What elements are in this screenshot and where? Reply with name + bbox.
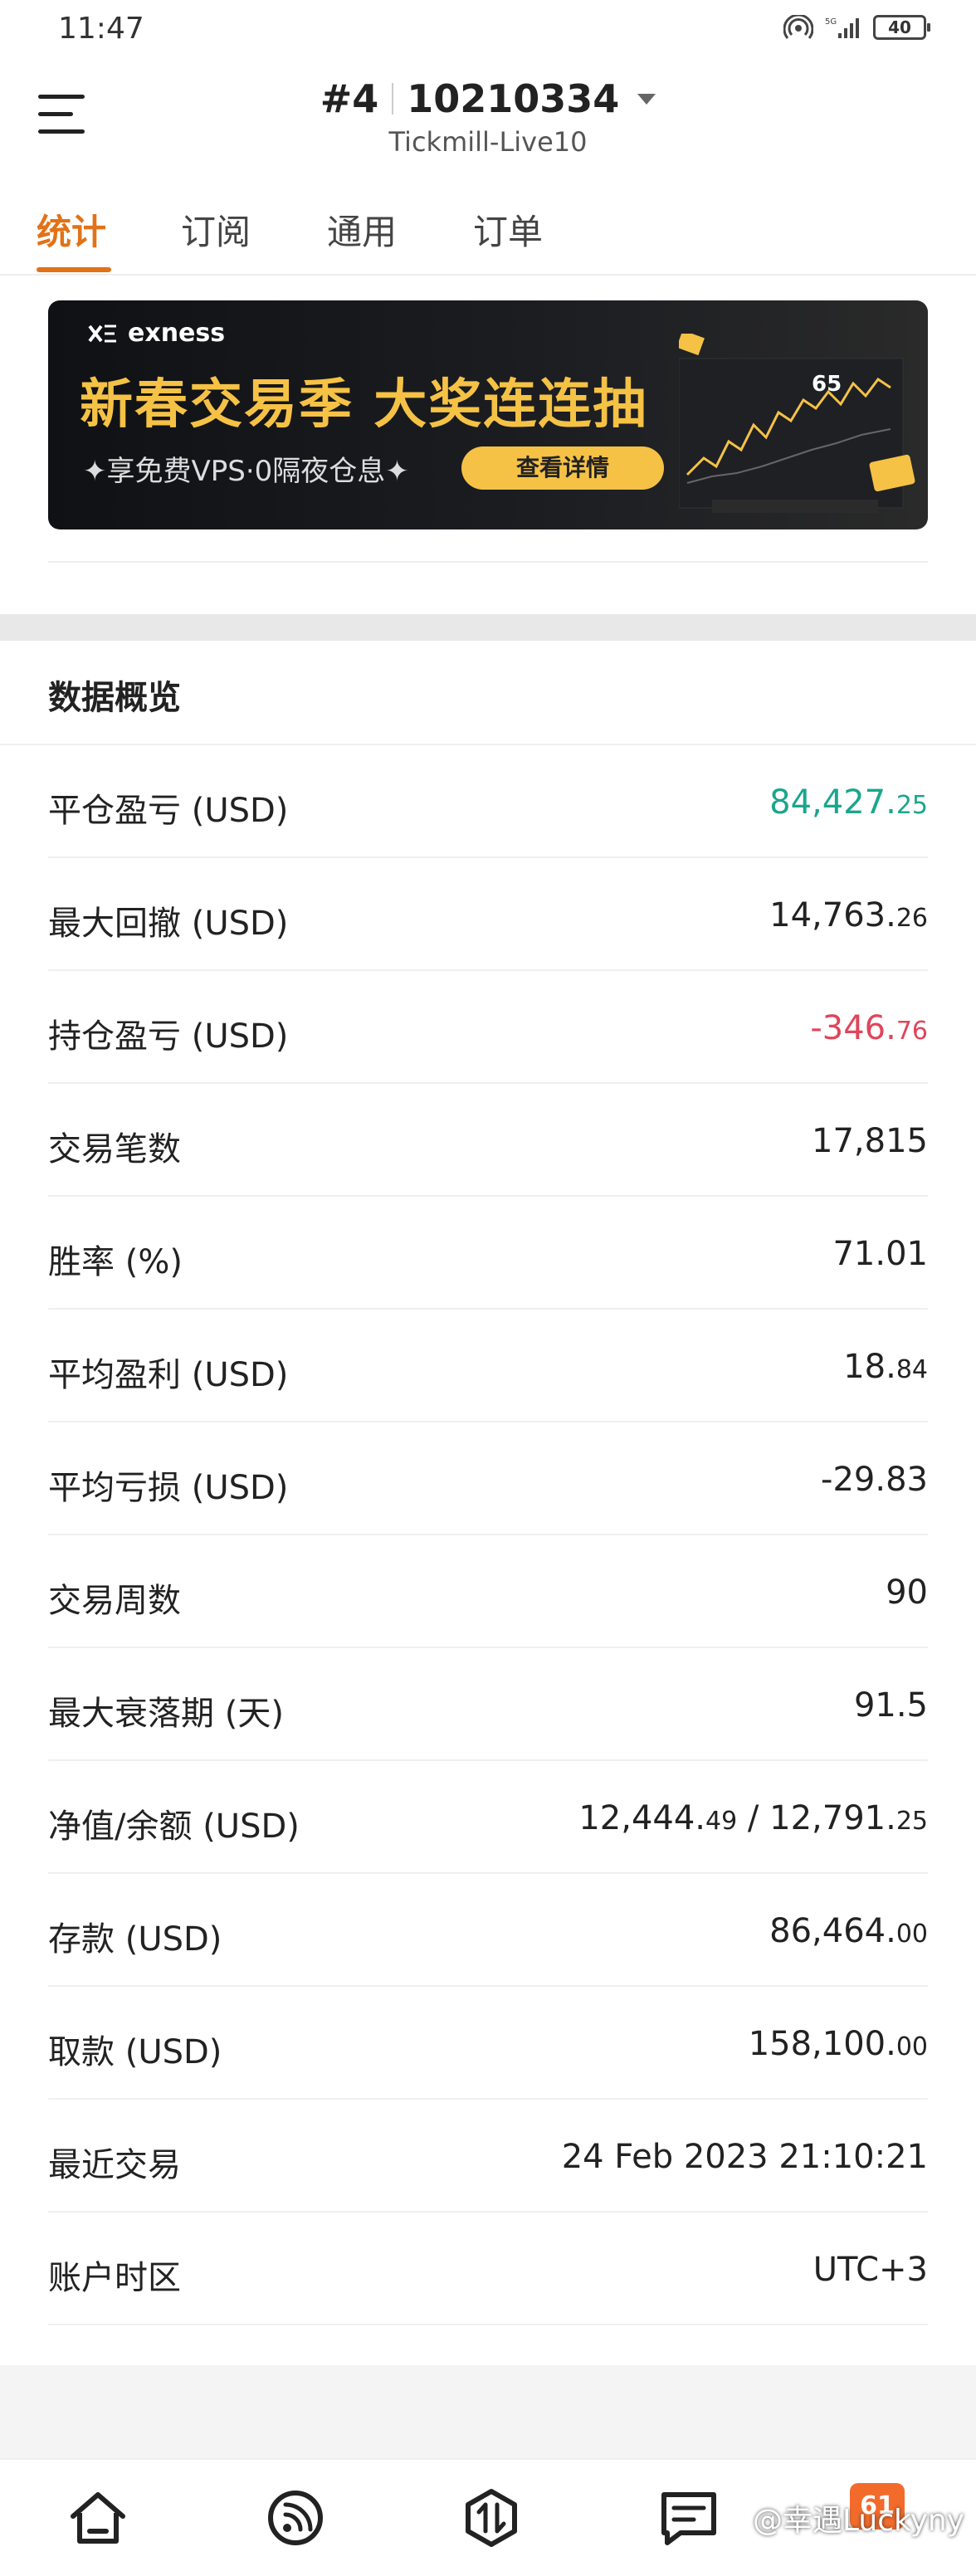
banner-title: 新春交易季 大奖连连抽 (80, 374, 648, 436)
overview-rows: 平仓盈亏 (USD) 84,427.25 最大回撤 (USD) 14,763.2… (48, 745, 928, 2325)
account-selector[interactable]: #4 10210334 Tickmill-Live10 (0, 76, 976, 158)
stat-value: 24 Feb 2023 21:10:21 (561, 2138, 928, 2176)
stat-label: 存款 (USD) (48, 1920, 222, 1959)
stat-value: 158,100.00 (748, 2025, 928, 2063)
stat-label: 平均盈利 (USD) (48, 1356, 289, 1394)
exness-logo: exness (86, 319, 225, 348)
account-number: 10210334 (407, 76, 620, 121)
active-tab-indicator (37, 267, 111, 272)
stat-value: 12,444.49 / 12,791.25 (578, 1799, 928, 1837)
stat-label: 最大衰落期 (天) (48, 1695, 284, 1733)
stat-row-open-pnl: 持仓盈亏 (USD) -346.76 (48, 971, 928, 1084)
account-prefix: #4 (320, 76, 379, 121)
stat-row-trade-count: 交易笔数 17,815 (48, 1084, 928, 1197)
stat-label: 胜率 (%) (48, 1243, 183, 1281)
banner-subtitle: ✦享免费VPS·0隔夜仓息✦ (83, 455, 409, 488)
hotspot-icon (783, 15, 813, 39)
stat-label: 持仓盈亏 (USD) (48, 1017, 289, 1056)
home-icon[interactable] (65, 2485, 131, 2551)
page-bottom-spacer (0, 2365, 976, 2458)
stat-value: 91.5 (853, 1686, 928, 1725)
trade-icon[interactable] (458, 2485, 525, 2551)
stat-value: -29.83 (821, 1461, 928, 1499)
feed-icon[interactable] (262, 2485, 329, 2551)
account-separator (392, 83, 394, 115)
stat-value: 71.01 (832, 1235, 928, 1273)
stat-row-last-trade: 最近交易 24 Feb 2023 21:10:21 (48, 2100, 928, 2213)
tab-statistics[interactable]: 统计 (37, 204, 106, 255)
chevron-down-icon (637, 93, 656, 105)
stat-row-max-drawdown: 最大回撤 (USD) 14,763.26 (48, 858, 928, 971)
stat-value: 84,427.25 (769, 783, 928, 822)
stat-value: -346.76 (810, 1009, 928, 1047)
stat-value: 86,464.00 (769, 1912, 928, 1950)
status-time: 11:47 (58, 12, 144, 46)
tab-orders[interactable]: 订单 (473, 204, 543, 255)
stat-value: UTC+3 (813, 2251, 928, 2289)
bottom-navigation: 61 @幸遇Luckyny (0, 2458, 976, 2576)
stat-row-deposit: 存款 (USD) 86,464.00 (48, 1874, 928, 1987)
divider (48, 561, 928, 563)
stat-value: 14,763.26 (769, 896, 928, 934)
stat-value: 17,815 (812, 1122, 928, 1160)
stat-row-closed-pnl: 平仓盈亏 (USD) 84,427.25 (48, 745, 928, 858)
stat-value: 18.84 (843, 1348, 928, 1386)
svg-text:5G: 5G (825, 17, 837, 27)
signal-icon: 5G (825, 17, 859, 38)
banner-chart-number: 65 (812, 372, 842, 397)
stat-label: 最近交易 (48, 2146, 181, 2184)
stat-row-trading-weeks: 交易周数 90 (48, 1535, 928, 1648)
stat-label: 净值/余额 (USD) (48, 1808, 300, 1846)
stat-label: 交易周数 (48, 1582, 181, 1620)
panel-title: 数据概览 (48, 679, 181, 717)
watermark-text: @幸遇Luckyny (752, 2504, 964, 2538)
stat-label: 最大回撤 (USD) (48, 905, 289, 943)
stat-row-avg-loss: 平均亏损 (USD) -29.83 (48, 1422, 928, 1535)
stat-label: 账户时区 (48, 2259, 181, 2297)
stat-label: 交易笔数 (48, 1130, 181, 1168)
stat-label: 平仓盈亏 (USD) (48, 792, 289, 830)
app-header: #4 10210334 Tickmill-Live10 (0, 60, 976, 168)
banner-details-button[interactable]: 查看详情 (461, 446, 664, 490)
messages-icon[interactable] (656, 2485, 722, 2551)
stat-row-timezone: 账户时区 UTC+3 (48, 2213, 928, 2325)
stat-row-win-rate: 胜率 (%) 71.01 (48, 1197, 928, 1310)
tab-general[interactable]: 通用 (327, 204, 397, 255)
banner-brand: exness (128, 319, 226, 348)
tab-bar: 统计 订阅 通用 订单 (0, 193, 976, 276)
section-separator (0, 614, 976, 641)
server-name: Tickmill-Live10 (388, 126, 588, 158)
stat-value: 90 (886, 1573, 928, 1612)
exness-logo-icon (88, 324, 116, 342)
stat-row-max-decline-period: 最大衰落期 (天) 91.5 (48, 1648, 928, 1761)
stat-row-withdrawal: 取款 (USD) 158,100.00 (48, 1987, 928, 2100)
status-icons: 5G 40 (783, 15, 930, 40)
stat-row-equity-balance: 净值/余额 (USD) 12,444.49 / 12,791.25 (48, 1761, 928, 1874)
promo-banner[interactable]: exness 新春交易季 大奖连连抽 ✦享免费VPS·0隔夜仓息✦ 查看详情 6… (48, 300, 928, 529)
banner-chart-graphic (679, 334, 915, 513)
battery-icon: 40 (873, 15, 930, 40)
stat-row-avg-profit: 平均盈利 (USD) 18.84 (48, 1310, 928, 1422)
stat-label: 平均亏损 (USD) (48, 1469, 289, 1507)
tab-subscription[interactable]: 订阅 (181, 204, 251, 255)
stat-label: 取款 (USD) (48, 2033, 222, 2071)
data-overview-panel: 数据概览 平仓盈亏 (USD) 84,427.25 最大回撤 (USD) 14,… (0, 641, 976, 2365)
status-bar: 11:47 5G 40 (0, 0, 976, 60)
